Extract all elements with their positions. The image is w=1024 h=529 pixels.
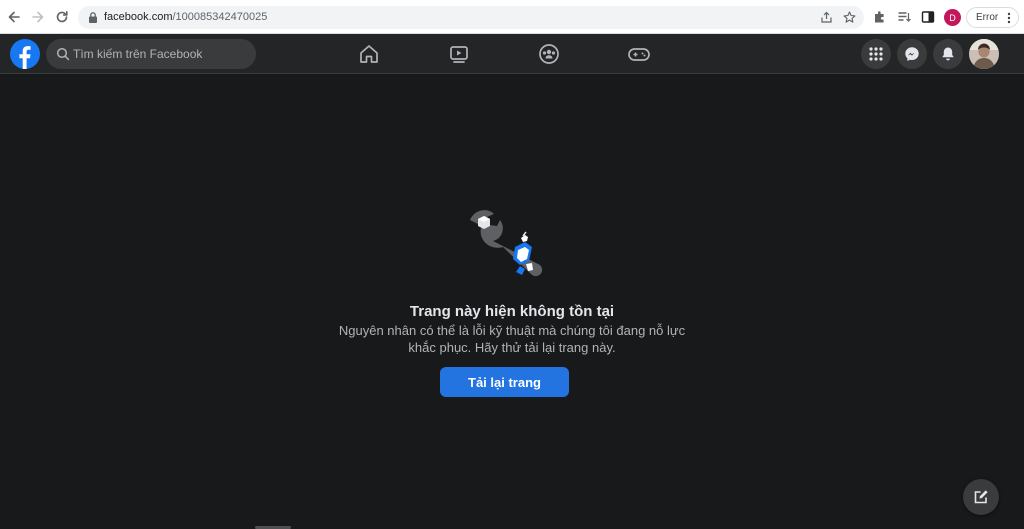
error-title: Trang này hiện không tồn tại [409,303,615,320]
watch-video-icon[interactable] [447,42,471,66]
url-host: facebook.com [104,11,173,23]
back-arrow-icon[interactable] [5,8,23,26]
url-text: facebook.com/100085342470025 [104,11,267,23]
share-icon[interactable] [819,10,834,25]
messenger-icon[interactable] [897,39,927,69]
error-label: Error [976,12,999,23]
facebook-logo-icon[interactable] [10,39,40,69]
search-icon [56,47,70,61]
error-description: Nguyên nhân có thể là lỗi kỹ thuật mà ch… [338,323,686,355]
main-content: Trang này hiện không tồn tại Nguyên nhân… [0,75,1024,529]
notifications-bell-icon[interactable] [933,39,963,69]
reload-page-button[interactable]: Tải lại trang [440,367,569,397]
address-bar[interactable]: facebook.com/100085342470025 [78,6,864,29]
error-button[interactable]: Error [966,7,1019,28]
facebook-header [0,34,1024,74]
home-icon[interactable] [357,42,381,66]
side-panel-icon[interactable] [920,9,936,25]
groups-icon[interactable] [537,42,561,66]
bookmark-star-icon[interactable] [842,10,857,25]
reload-icon[interactable] [53,8,71,26]
extensions-puzzle-icon[interactable] [872,9,888,25]
reading-list-icon[interactable] [896,9,912,25]
profile-avatar[interactable]: D [944,9,961,26]
search-input[interactable] [73,46,248,62]
more-vert-icon[interactable] [1007,12,1011,24]
forward-arrow-icon[interactable] [29,8,47,26]
account-avatar[interactable] [969,39,999,69]
menu-grid-icon[interactable] [861,39,891,69]
new-message-edit-icon[interactable] [963,479,999,515]
browser-toolbar: facebook.com/100085342470025 D Error [0,0,1024,34]
gaming-controller-icon[interactable] [627,42,651,66]
url-path: /100085342470025 [172,11,268,23]
search-box[interactable] [46,39,256,69]
broken-wrench-illustration-icon [470,210,543,277]
lock-icon[interactable] [87,11,99,24]
